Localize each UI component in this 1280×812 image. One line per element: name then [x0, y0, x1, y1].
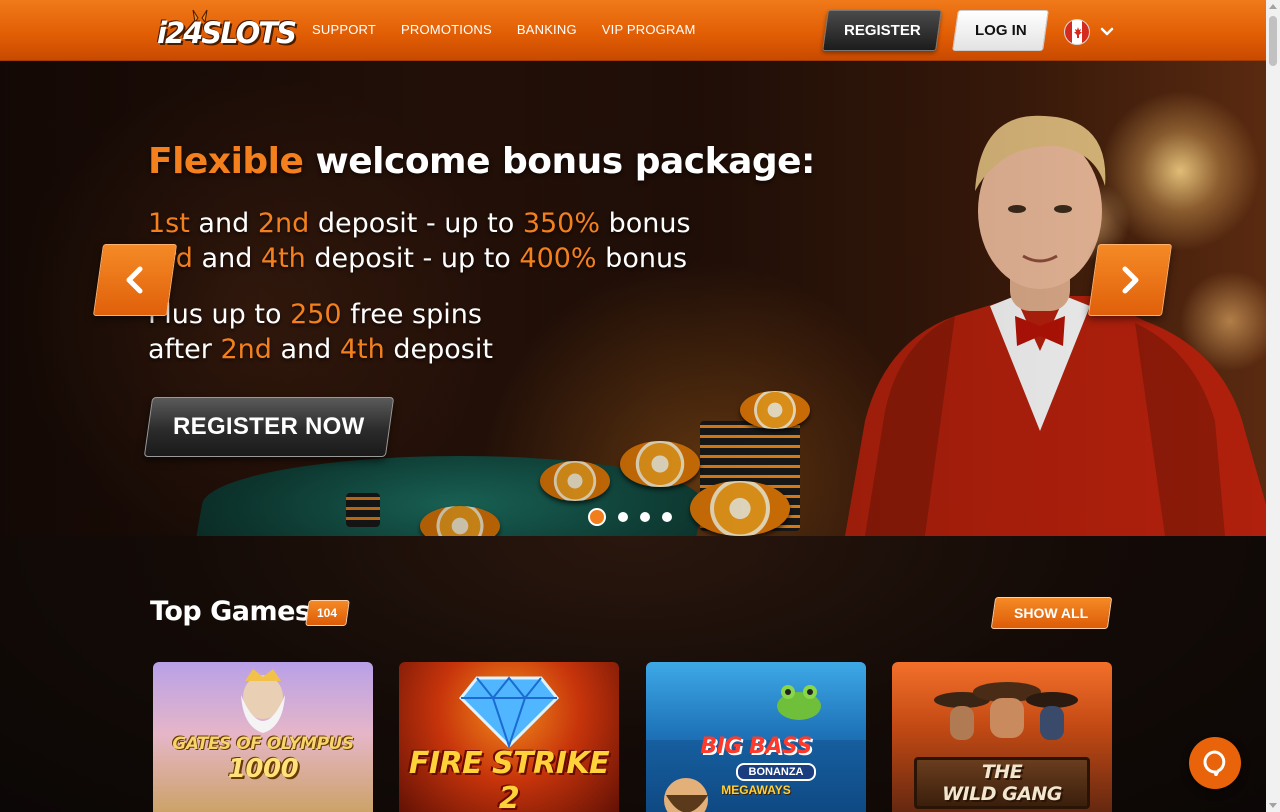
register-now-label: REGISTER NOW	[173, 413, 365, 440]
carousel-prev-button[interactable]	[92, 244, 178, 316]
chat-bubble-icon	[1203, 750, 1226, 776]
hero-banner: Flexible welcome bonus package: 1st and …	[0, 61, 1266, 536]
game-card-big-bass-bonanza[interactable]: BIG BASS BONANZA MEGAWAYS	[646, 662, 866, 812]
hero-title-rest: welcome bonus package:	[303, 141, 815, 182]
hero-title-highlight: Flexible	[148, 141, 304, 182]
cowboys-image	[934, 682, 1078, 740]
canada-flag-icon	[1064, 19, 1090, 45]
carousel-dot-3[interactable]	[640, 512, 650, 522]
register-button[interactable]: REGISTER	[822, 10, 942, 51]
nav-vip-program[interactable]: VIP PROGRAM	[602, 22, 696, 37]
hero-line-3: Plus up to 250 free spins	[148, 299, 482, 330]
login-button-label: LOG IN	[974, 22, 1027, 39]
language-selector[interactable]	[1064, 17, 1120, 47]
game-card-title: FIRE STRIKE 2	[408, 746, 610, 812]
nav-promotions[interactable]: PROMOTIONS	[401, 22, 492, 37]
register-now-button[interactable]: REGISTER NOW	[143, 397, 395, 457]
frog-icon	[777, 685, 821, 720]
top-games-section: Top Games 104 SHOW ALL GATES OF OLYMPUS …	[0, 536, 1266, 812]
game-card-fire-strike-2[interactable]: FIRE STRIKE 2	[399, 662, 619, 812]
game-card-subtitle: 1000	[227, 754, 299, 784]
hero-title: Flexible welcome bonus package:	[148, 141, 815, 182]
scroll-down-icon[interactable]	[1269, 803, 1277, 808]
page-scrollbar[interactable]	[1266, 0, 1280, 812]
hero-line-4: after 2nd and 4th deposit	[148, 334, 493, 365]
game-card-title: GATES OF OLYMPUS	[172, 734, 354, 754]
scroll-up-icon[interactable]	[1269, 4, 1277, 9]
carousel-dots	[588, 508, 672, 526]
hero-text: Flexible welcome bonus package: 1st and …	[148, 141, 815, 367]
zeus-image	[241, 669, 285, 733]
site-header: i24SLOTS SUPPORT PROMOTIONS BANKING VIP …	[0, 0, 1266, 61]
live-chat-button[interactable]	[1189, 737, 1241, 789]
scrollbar-thumb[interactable]	[1269, 16, 1277, 66]
game-card-gates-of-olympus[interactable]: GATES OF OLYMPUS 1000	[153, 662, 373, 812]
hero-line-2: 3rd and 4th deposit - up to 400% bonus	[148, 243, 688, 274]
nav-support[interactable]: SUPPORT	[312, 22, 376, 37]
game-card-title: THE	[981, 761, 1023, 783]
chevron-down-icon	[1100, 27, 1114, 36]
game-card-subtitle: WILD GANG	[942, 783, 1062, 805]
games-count-badge: 104	[305, 600, 350, 626]
chevron-right-icon	[1122, 266, 1139, 294]
nav-banking[interactable]: BANKING	[517, 22, 577, 37]
carousel-next-button[interactable]	[1087, 244, 1173, 316]
diamond-icon	[458, 676, 560, 748]
chevron-left-icon	[126, 266, 143, 294]
game-card-subtitle: BONANZA	[736, 763, 816, 781]
games-count-value: 104	[317, 606, 338, 620]
game-card-the-wild-gang[interactable]: THE WILD GANG	[892, 662, 1112, 812]
top-games-title: Top Games	[150, 596, 311, 627]
logo-text: i24SLOTS	[157, 16, 297, 50]
main-nav: SUPPORT PROMOTIONS BANKING VIP PROGRAM	[312, 22, 720, 37]
game-card-title: BIG BASS	[700, 734, 812, 759]
carousel-dot-2[interactable]	[618, 512, 628, 522]
show-all-label: SHOW ALL	[1014, 605, 1089, 621]
game-card-tag: MEGAWAYS	[721, 783, 791, 797]
show-all-button[interactable]: SHOW ALL	[990, 597, 1113, 629]
carousel-dot-1[interactable]	[588, 508, 606, 526]
site-logo[interactable]: i24SLOTS	[157, 9, 297, 50]
login-button[interactable]: LOG IN	[952, 10, 1049, 51]
hero-line-1: 1st and 2nd deposit - up to 350% bonus	[148, 208, 691, 239]
register-button-label: REGISTER	[843, 22, 921, 39]
carousel-dot-4[interactable]	[662, 512, 672, 522]
